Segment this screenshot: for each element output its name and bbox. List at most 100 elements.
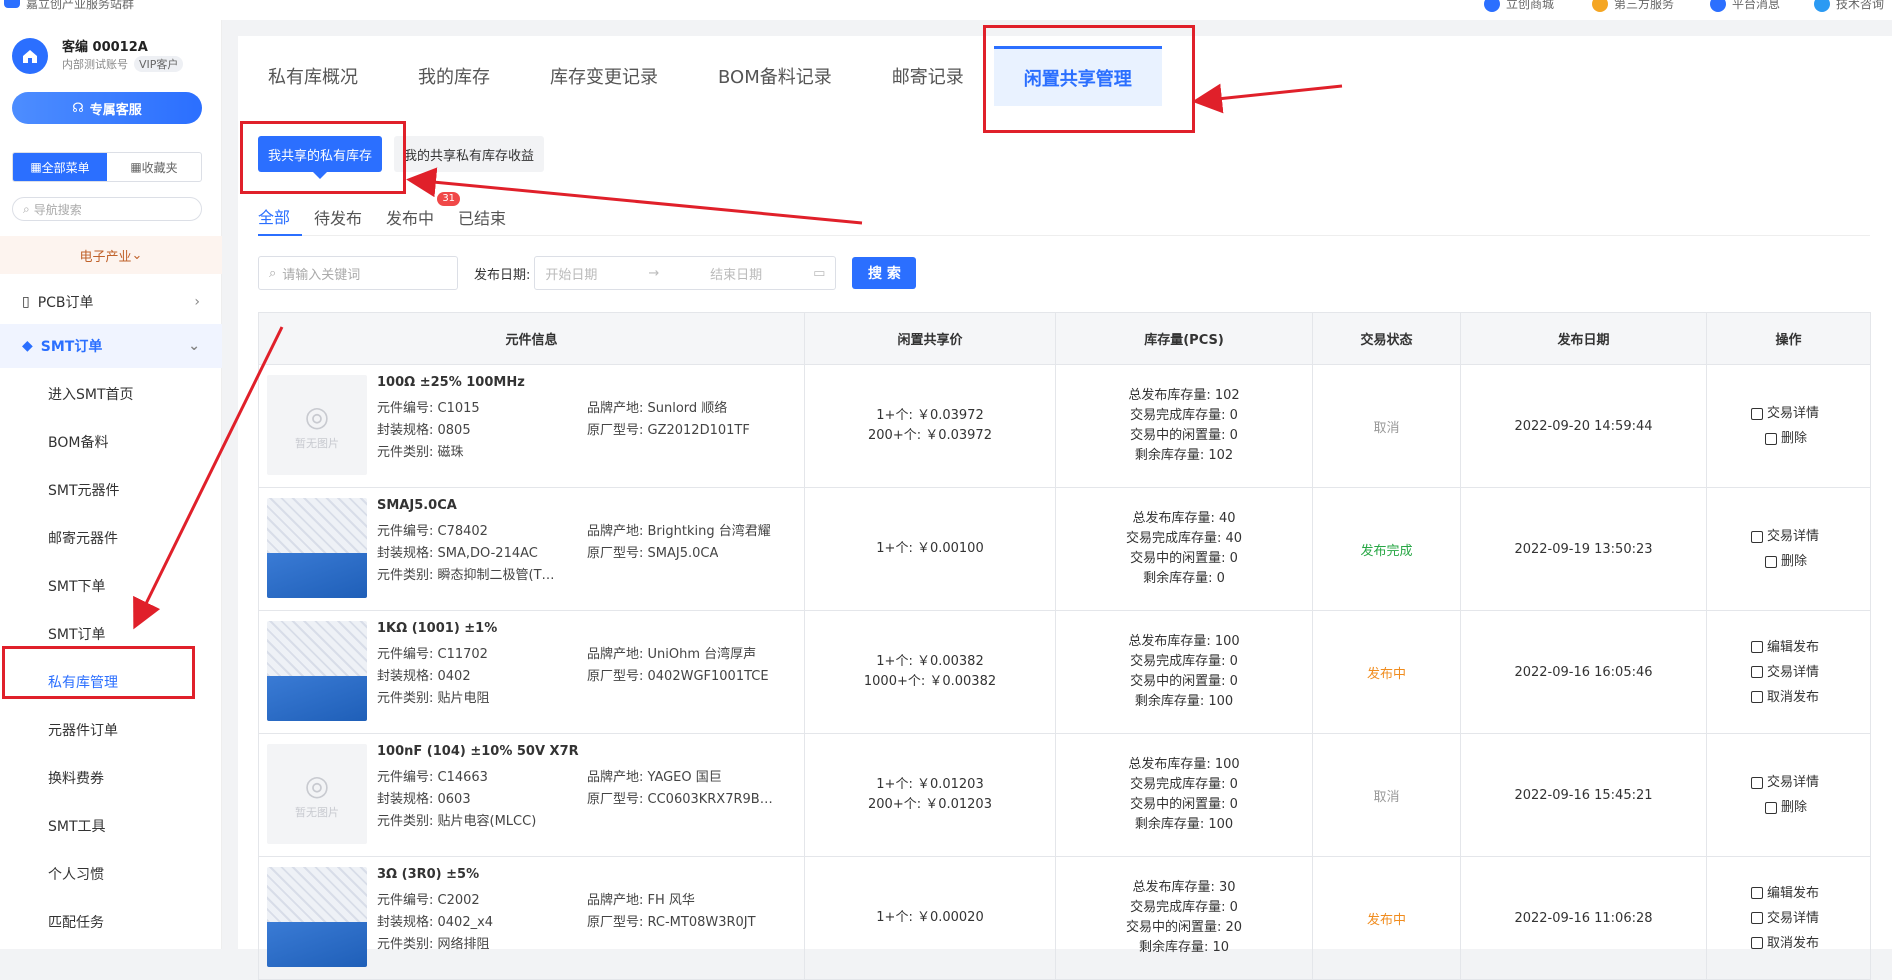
tab-favorites[interactable]: ▦ 收藏夹 bbox=[107, 153, 201, 181]
transaction-details-link[interactable]: 交易详情 bbox=[1751, 660, 1870, 685]
col-header-actions: 操作 bbox=[1706, 312, 1871, 365]
nav-search-input[interactable]: ⌕ 导航搜索 bbox=[12, 197, 202, 221]
tab-all-menu[interactable]: ▦ 全部菜单 bbox=[13, 153, 107, 181]
component-package: 封装规格: 0805 bbox=[377, 423, 471, 438]
price-cell: 1+个: ￥0.00020 bbox=[804, 856, 1056, 980]
topbar-link-support[interactable]: 技术咨询 bbox=[1814, 0, 1884, 12]
edit-publish-link[interactable]: 编辑发布 bbox=[1751, 881, 1870, 906]
sidebar-item-mail-components[interactable]: 邮寄元器件 bbox=[0, 516, 222, 560]
price-tier: 1000+个: ￥0.00382 bbox=[863, 674, 997, 689]
price-tier: 200+个: ￥0.01203 bbox=[868, 797, 992, 812]
sidebar-item-coupons[interactable]: 换料费券 bbox=[0, 756, 222, 800]
topbar-link-messages[interactable]: 平台消息 bbox=[1710, 0, 1780, 12]
cancel-icon bbox=[1751, 691, 1763, 703]
sidebar-item-smt-home[interactable]: 进入SMT首页 bbox=[0, 372, 222, 416]
stock-line: 交易完成库存量: 0 bbox=[1130, 408, 1238, 423]
actions-cell: 编辑发布 交易详情 取消发布 bbox=[1706, 610, 1871, 734]
stock-line: 交易完成库存量: 0 bbox=[1130, 654, 1238, 669]
status-tab-all[interactable]: 全部 bbox=[258, 198, 303, 236]
site-logo-icon bbox=[4, 0, 20, 8]
component-name[interactable]: 3Ω (3R0) ±5% bbox=[377, 867, 479, 882]
end-date-input[interactable]: 结束日期 bbox=[710, 264, 762, 283]
component-model: 原厂型号: RC-MT08W3R0JT bbox=[587, 915, 756, 930]
status-badge: 取消 bbox=[1312, 364, 1461, 488]
cancel-publish-link[interactable]: 取消发布 bbox=[1751, 931, 1870, 956]
chevron-down-icon: ⌄ bbox=[188, 338, 200, 354]
component-name[interactable]: SMAJ5.0CA bbox=[377, 498, 457, 513]
actions-cell: 交易详情 删除 bbox=[1706, 364, 1871, 488]
sidebar-item-bom[interactable]: BOM备料 bbox=[0, 420, 222, 464]
component-brand: 品牌产地: Brightking 台湾君耀 bbox=[587, 524, 771, 539]
component-image bbox=[267, 498, 367, 598]
status-tab-pending[interactable]: 待发布 bbox=[302, 198, 374, 236]
topbar-link-mall[interactable]: 立创商城 bbox=[1484, 0, 1554, 12]
sidebar-item-smt-tools[interactable]: SMT工具 bbox=[0, 804, 222, 848]
transaction-details-link[interactable]: 交易详情 bbox=[1751, 524, 1870, 549]
delete-link[interactable]: 删除 bbox=[1751, 426, 1870, 451]
tab-inventory-changes[interactable]: 库存变更记录 bbox=[520, 46, 688, 106]
tab-bom-records[interactable]: BOM备料记录 bbox=[688, 46, 862, 106]
industry-selector[interactable]: 电子产业 ⌄ bbox=[0, 236, 222, 274]
publish-date: 2022-09-16 16:05:46 bbox=[1460, 610, 1707, 734]
sidebar-item-preferences[interactable]: 个人习惯 bbox=[0, 852, 222, 896]
tab-mail-records[interactable]: 邮寄记录 bbox=[862, 46, 994, 106]
camera-icon: ◎ bbox=[304, 768, 330, 802]
status-badge: 发布中 bbox=[1312, 610, 1461, 734]
component-brand: 品牌产地: UniOhm 台湾厚声 bbox=[587, 647, 757, 662]
transaction-details-link[interactable]: 交易详情 bbox=[1751, 770, 1870, 795]
component-image bbox=[267, 867, 367, 967]
stock-line: 总发布库存量: 100 bbox=[1128, 757, 1240, 772]
dedicated-service-button[interactable]: ☊ 专属客服 bbox=[12, 92, 202, 124]
publish-date: 2022-09-20 14:59:44 bbox=[1460, 364, 1707, 488]
col-header-component: 元件信息 bbox=[258, 312, 805, 365]
stock-line: 剩余库存量: 100 bbox=[1134, 694, 1234, 709]
component-category: 元件类别: 网络排阻 bbox=[377, 937, 490, 952]
edit-icon bbox=[1751, 641, 1763, 653]
component-model: 原厂型号: 0402WGF1001TCE bbox=[587, 669, 769, 684]
grid-icon bbox=[1592, 0, 1608, 12]
sidebar-group-pcb-orders[interactable]: ▯ PCB订单 › bbox=[0, 280, 222, 324]
transaction-details-link[interactable]: 交易详情 bbox=[1751, 906, 1870, 931]
sidebar-item-smt-place-order[interactable]: SMT下单 bbox=[0, 564, 222, 608]
site-name[interactable]: 嘉立创产业服务站群 bbox=[26, 0, 134, 12]
no-image-placeholder: ◎ 暂无图片 bbox=[267, 744, 367, 844]
stock-cell: 总发布库存量: 100 交易完成库存量: 0 交易中的闲置量: 0 剩余库存量: 10… bbox=[1055, 733, 1313, 857]
sidebar-item-component-orders[interactable]: 元器件订单 bbox=[0, 708, 222, 752]
home-icon[interactable] bbox=[12, 38, 48, 74]
status-tab-ended[interactable]: 已结束 bbox=[446, 198, 518, 236]
component-model: 原厂型号: SMAJ5.0CA bbox=[587, 546, 719, 561]
start-date-input[interactable]: 开始日期 bbox=[545, 264, 597, 283]
tab-my-inventory[interactable]: 我的库存 bbox=[388, 46, 520, 106]
edit-publish-link[interactable]: 编辑发布 bbox=[1751, 635, 1870, 660]
sidebar-group-smt-orders[interactable]: ◆ SMT订单 ⌄ bbox=[0, 324, 222, 368]
subtab-shared-income[interactable]: 我的共享私有库存收益 bbox=[394, 136, 545, 172]
sidebar-item-smt-components[interactable]: SMT元器件 bbox=[0, 468, 222, 512]
component-category: 元件类别: 瞬态抑制二极管(T… bbox=[377, 568, 555, 583]
trash-icon bbox=[1765, 432, 1777, 445]
component-name[interactable]: 1KΩ (1001) ±1% bbox=[377, 621, 497, 636]
status-tab-publishing[interactable]: 发布中 31 bbox=[374, 192, 461, 236]
table-header-row: 元件信息 闲置共享价 库存量(PCS) 交易状态 发布日期 操作 bbox=[258, 312, 1871, 365]
topbar-link-thirdparty[interactable]: 第三方服务 bbox=[1592, 0, 1674, 12]
price-tier: 200+个: ￥0.03972 bbox=[868, 428, 992, 443]
component-name[interactable]: 100Ω ±25% 100MHz bbox=[377, 375, 525, 390]
component-name[interactable]: 100nF (104) ±10% 50V X7R bbox=[377, 744, 579, 759]
stock-cell: 总发布库存量: 100 交易完成库存量: 0 交易中的闲置量: 0 剩余库存量: 10… bbox=[1055, 610, 1313, 734]
delete-link[interactable]: 删除 bbox=[1751, 795, 1870, 820]
tab-library-overview[interactable]: 私有库概况 bbox=[238, 46, 388, 106]
keyword-input[interactable]: ⌕ 请输入关键词 bbox=[258, 256, 458, 290]
status-tabs: 全部 待发布 发布中 31 已结束 bbox=[258, 192, 1870, 236]
date-range-picker[interactable]: 开始日期 → 结束日期 ▭ bbox=[534, 256, 837, 290]
delete-link[interactable]: 删除 bbox=[1751, 549, 1870, 574]
search-button[interactable]: 搜 索 bbox=[852, 257, 917, 289]
cancel-publish-link[interactable]: 取消发布 bbox=[1751, 685, 1870, 710]
search-icon: ⌕ bbox=[269, 265, 277, 281]
price-cell: 1+个: ￥0.00382 1000+个: ￥0.00382 bbox=[804, 610, 1056, 734]
component-info-cell: 1KΩ (1001) ±1% 元件编号: C11702 封装规格: 0402 元件类别… bbox=[258, 610, 805, 734]
component-info-cell: ◎ 暂无图片 100nF (104) ±10% 50V X7R 元件编号: C1466… bbox=[258, 733, 805, 857]
sidebar-item-match-tasks[interactable]: 匹配任务 bbox=[0, 900, 222, 944]
shared-inventory-table: 元件信息 闲置共享价 库存量(PCS) 交易状态 发布日期 操作 ◎ 暂无图片 10… bbox=[258, 312, 1871, 980]
table-row: ◎ 暂无图片 100Ω ±25% 100MHz 元件编号: C1015 封装规格: 08… bbox=[258, 364, 1871, 488]
transaction-details-link[interactable]: 交易详情 bbox=[1751, 401, 1870, 426]
account-subtitle: 内部测试账号 VIP客户 bbox=[62, 56, 184, 72]
